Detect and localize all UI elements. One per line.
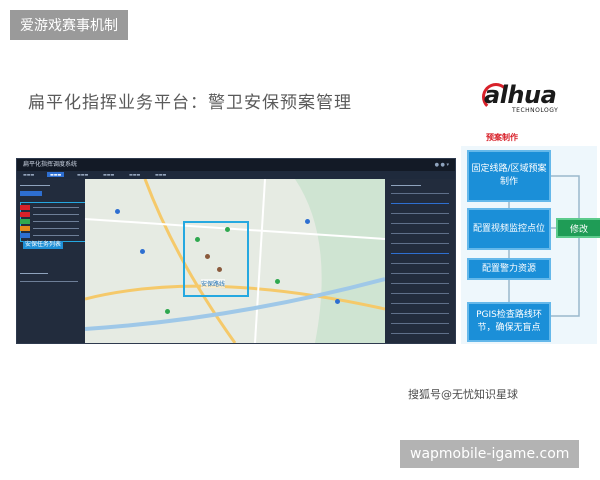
map-marker[interactable] [217,267,222,272]
flow-step-2: 配置视频监控点位 [467,208,551,250]
site-badge: 爱游戏赛事机制 [10,10,128,40]
logo-subtext: TECHNOLOGY [512,107,559,114]
logo-wordmark: alhua [484,81,557,109]
panel-row[interactable] [391,193,449,194]
nav-tab-1[interactable]: ▬▬▬ [23,172,34,177]
route-label: 安保路线 [201,279,226,288]
map-marker[interactable] [140,249,145,254]
slide-title: 扁平化指挥业务平台：警卫安保预案管理 [28,93,352,113]
task-row[interactable] [20,212,82,218]
map-marker[interactable] [165,309,170,314]
nav-tab-3[interactable]: ▬▬▬ [77,172,88,177]
map-marker[interactable] [225,227,230,232]
gps-section-header [20,271,82,277]
panel-row[interactable] [391,323,449,324]
flow-step-4: PGIS检查路线环节，确保无盲点 [467,302,551,342]
flow-step-3: 配置警力资源 [467,258,551,280]
map-marker[interactable] [205,254,210,259]
panel-row[interactable] [391,273,449,274]
command-system-screenshot: 扁平化指挥调度系统 ● ● ▾ ▬▬▬ ▬▬▬ ▬▬▬ ▬▬▬ ▬▬▬ ▬▬▬ … [16,158,456,344]
panel-row[interactable] [391,223,449,224]
edit-step: 修改 [556,218,600,238]
map-marker[interactable] [335,299,340,304]
panel-header [391,185,421,186]
task-row[interactable] [20,233,82,239]
flowchart-heading: 预案制作 [486,133,518,142]
panel-row[interactable] [391,333,449,334]
map-marker[interactable] [115,209,120,214]
source-caption: 搜狐号@无忧知识星球 [408,388,518,401]
nav-tab-6[interactable]: ▬▬▬ [155,172,166,177]
panel-row[interactable] [391,263,449,264]
panel-row[interactable] [391,243,449,244]
panel-row-active[interactable] [391,203,449,204]
panel-row[interactable] [391,283,449,284]
panel-row[interactable] [391,293,449,294]
task-list-panel: 安保任务列表 [17,179,86,343]
task-list-label: 安保任务列表 [23,241,64,249]
panel-row[interactable] [391,233,449,234]
flow-step-1: 固定线路/区域预案制作 [467,150,551,202]
map-marker[interactable] [275,279,280,284]
gps-row[interactable] [20,279,82,285]
panel-toolbar[interactable] [20,191,82,197]
map-marker[interactable] [305,219,310,224]
panel-row[interactable] [391,303,449,304]
panel-row-active[interactable] [391,253,449,254]
city-map[interactable]: 安保路线 [85,179,385,343]
map-marker[interactable] [195,237,200,242]
nav-tab-5[interactable]: ▬▬▬ [129,172,140,177]
nav-tab-active[interactable]: ▬▬▬ [47,172,65,177]
task-row[interactable] [20,219,82,225]
task-row[interactable] [20,226,82,232]
app-title: 扁平化指挥调度系统 [23,161,78,168]
app-nav-bar: ▬▬▬ ▬▬▬ ▬▬▬ ▬▬▬ ▬▬▬ ▬▬▬ [17,171,455,179]
panel-header [20,183,82,189]
panel-row[interactable] [391,313,449,314]
alarm-panel [385,179,455,343]
app-user-area[interactable]: ● ● ▾ [435,159,449,171]
dahua-logo: alhua TECHNOLOGY [482,81,579,115]
nav-tab-4[interactable]: ▬▬▬ [103,172,114,177]
panel-row[interactable] [391,213,449,214]
task-row[interactable] [20,205,82,211]
app-title-bar: 扁平化指挥调度系统 ● ● ▾ [17,159,455,171]
site-watermark: wapmobile-igame.com [400,440,580,468]
